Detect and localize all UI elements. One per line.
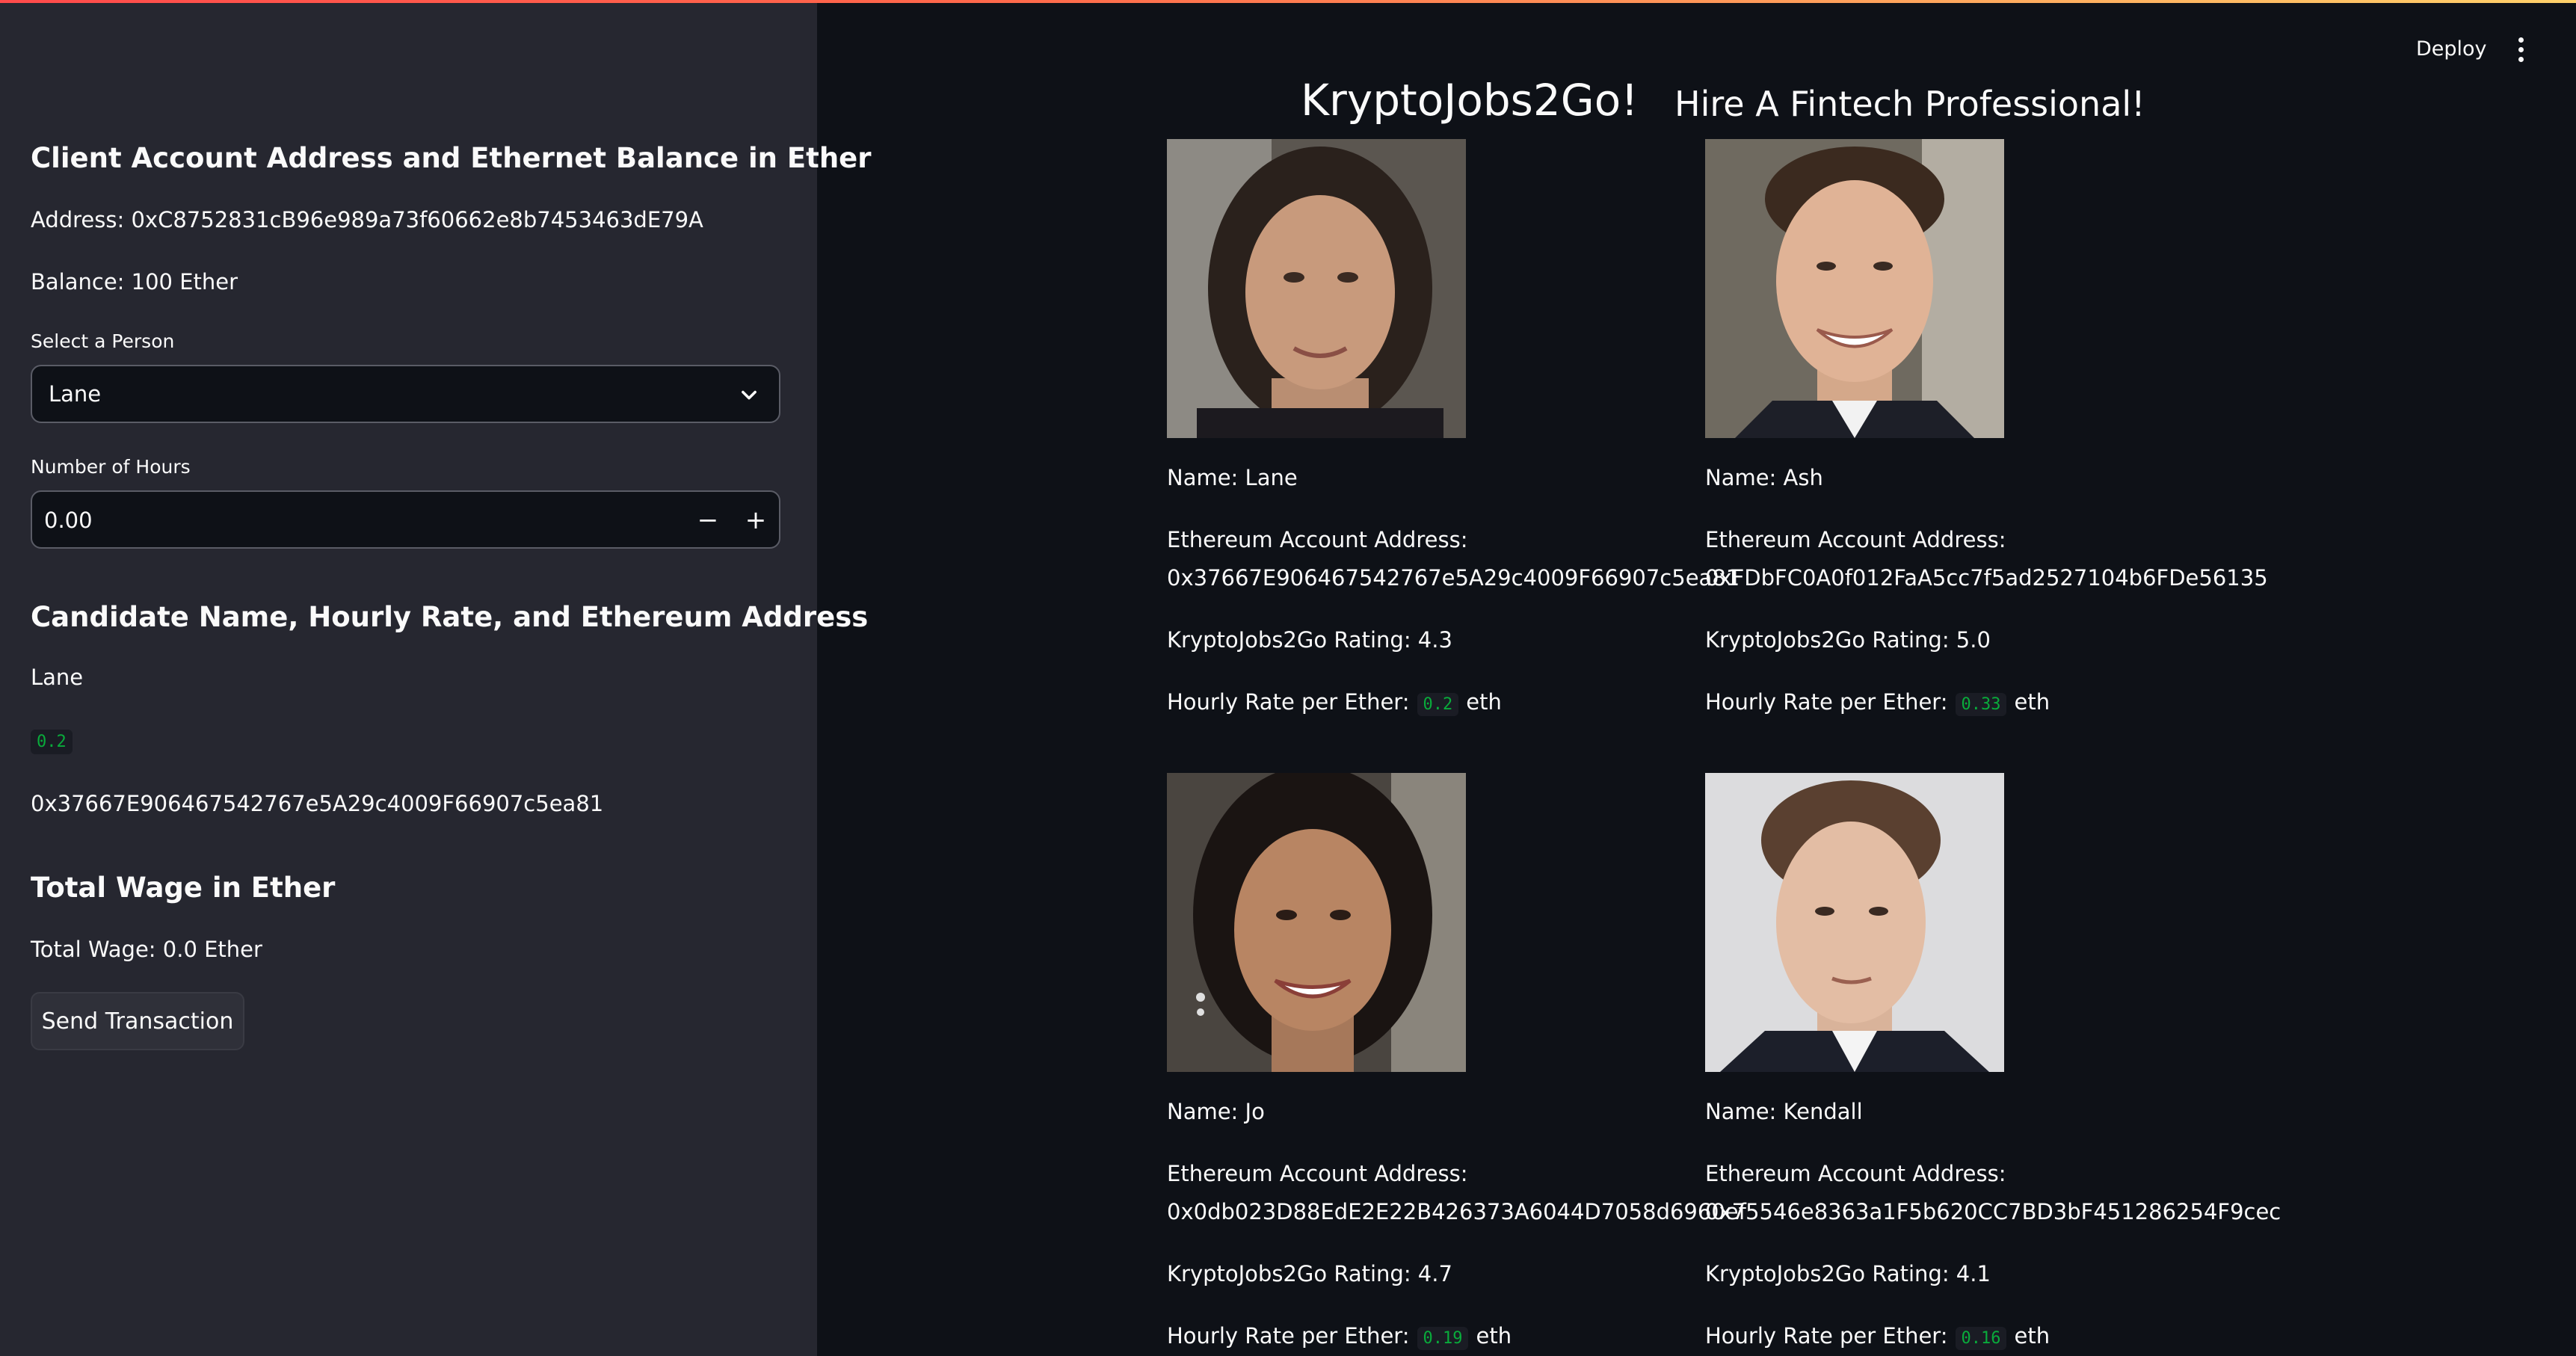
candidate-address: 0x37667E906467542767e5A29c4009F66907c5ea… [1167, 565, 1740, 591]
candidate-name: Name: Kendall [1705, 1099, 1863, 1124]
rate-unit: eth [1466, 689, 1502, 715]
address-label: Ethereum Account Address: [1167, 1161, 1468, 1186]
rate-value: 0.2 [1417, 693, 1459, 716]
sidebar: Client Account Address and Ethernet Bala… [0, 3, 872, 1356]
candidate-rating: KryptoJobs2Go Rating: 5.0 [1705, 627, 1991, 653]
candidate-photo [1167, 773, 1466, 1072]
candidate-address: 0x75546e8363a1F5b620CC7BD3bF451286254F9c… [1705, 1199, 2281, 1224]
candidate-rate: 0.2 [31, 730, 73, 754]
candidate-photo [1705, 139, 2004, 438]
address-label: Ethereum Account Address: [1705, 527, 2006, 552]
candidate-rate-line: Hourly Rate per Ether: 0.16 eth [1705, 1323, 2050, 1350]
candidate-rate-line: Hourly Rate per Ether: 0.2 eth [1167, 689, 1502, 716]
page-subtitle: Hire A Fintech Professional! [1674, 84, 2145, 124]
rate-value: 0.19 [1417, 1327, 1469, 1350]
hours-label: Number of Hours [31, 456, 191, 478]
rate-label: Hourly Rate per Ether: [1705, 1323, 1948, 1349]
address-label: Ethereum Account Address: [1167, 527, 1468, 552]
hours-input[interactable]: 0.00 − + [31, 490, 780, 549]
candidate-photo [1167, 139, 1466, 438]
candidate-name: Name: Jo [1167, 1099, 1265, 1124]
rate-value: 0.33 [1955, 693, 2007, 716]
client-balance: Balance: 100 Ether [31, 269, 238, 295]
total-wage-heading: Total Wage in Ether [31, 872, 336, 904]
rate-label: Hourly Rate per Ether: [1705, 689, 1948, 715]
rate-unit: eth [2014, 689, 2050, 715]
total-wage-text: Total Wage: 0.0 Ether [31, 937, 262, 962]
send-transaction-button[interactable]: Send Transaction [31, 992, 244, 1050]
person-select[interactable]: Lane [31, 365, 780, 423]
candidate-rating: KryptoJobs2Go Rating: 4.1 [1705, 1261, 1991, 1286]
more-menu-icon[interactable] [2513, 37, 2528, 67]
chevron-down-icon [742, 390, 757, 400]
candidate-rate-line: Hourly Rate per Ether: 0.19 eth [1167, 1323, 1512, 1350]
candidate-address: 0x37667E906467542767e5A29c4009F66907c5ea… [31, 791, 604, 816]
address-label: Ethereum Account Address: [1705, 1161, 2006, 1186]
decrement-button[interactable]: − [687, 499, 729, 541]
candidate-address: 0x0db023D88EdE2E22B426373A6044D7058d6960… [1167, 1199, 1746, 1224]
client-address: Address: 0xC8752831cB96e989a73f60662e8b7… [31, 207, 703, 232]
rate-label: Hourly Rate per Ether: [1167, 1323, 1410, 1349]
client-account-heading: Client Account Address and Ethernet Bala… [31, 142, 872, 174]
candidate-name: Name: Ash [1705, 465, 1823, 490]
deploy-button[interactable]: Deploy [2416, 37, 2487, 61]
candidate-rating: KryptoJobs2Go Rating: 4.7 [1167, 1261, 1452, 1286]
increment-button[interactable]: + [735, 499, 777, 541]
rate-unit: eth [1476, 1323, 1512, 1349]
select-person-label: Select a Person [31, 330, 175, 352]
rate-label: Hourly Rate per Ether: [1167, 689, 1410, 715]
candidate-name: Name: Lane [1167, 465, 1298, 490]
hours-value: 0.00 [44, 508, 93, 533]
candidate-heading: Candidate Name, Hourly Rate, and Ethereu… [31, 601, 869, 633]
candidate-rate-line: Hourly Rate per Ether: 0.33 eth [1705, 689, 2050, 716]
candidate-rating: KryptoJobs2Go Rating: 4.3 [1167, 627, 1452, 653]
person-select-value: Lane [49, 381, 102, 407]
rate-unit: eth [2014, 1323, 2050, 1349]
candidate-name: Lane [31, 665, 84, 690]
candidate-photo [1705, 773, 2004, 1072]
page-title: KryptoJobs2Go! [1301, 75, 1639, 126]
candidate-address: 0xFDbFC0A0f012FaA5cc7f5ad2527104b6FDe561… [1705, 565, 2268, 591]
rate-value: 0.16 [1955, 1327, 2007, 1350]
